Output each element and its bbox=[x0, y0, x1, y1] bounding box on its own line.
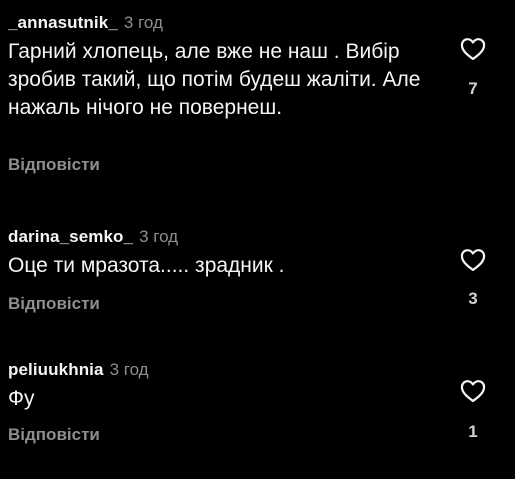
comment-timestamp: 3 год bbox=[123, 13, 163, 32]
reply-button[interactable]: Відповісти bbox=[8, 425, 100, 445]
like-count: 7 bbox=[468, 79, 478, 98]
comment-text: Оце ти мразота..... зрадник . bbox=[8, 254, 285, 277]
like-count: 1 bbox=[468, 422, 478, 441]
heart-outline-icon[interactable] bbox=[458, 377, 488, 405]
comment-text: Фу bbox=[8, 387, 35, 410]
comment-username[interactable]: _annasutnik_ bbox=[8, 13, 118, 33]
reply-button[interactable]: Відповісти bbox=[8, 294, 100, 314]
comment-text: Гарний хлопець, але вже не наш . Вибір з… bbox=[8, 40, 421, 119]
comment-timestamp: 3 год bbox=[109, 360, 149, 379]
heart-outline-icon[interactable] bbox=[458, 35, 488, 63]
reply-button[interactable]: Відповісти bbox=[8, 155, 100, 175]
comment-meta: _annasutnik_ 3 год bbox=[8, 8, 163, 38]
comment-meta: darina_semko_ 3 год bbox=[8, 222, 178, 252]
heart-outline-icon[interactable] bbox=[458, 246, 488, 274]
comment-timestamp: 3 год bbox=[139, 227, 179, 246]
like-count: 3 bbox=[468, 289, 478, 308]
comment-list: _annasutnik_ 3 год Гарний хлопець, але в… bbox=[0, 0, 515, 479]
comment-username[interactable]: peliuukhnia bbox=[8, 360, 104, 380]
comment-username[interactable]: darina_semko_ bbox=[8, 227, 133, 247]
comment-meta: peliuukhnia 3 год bbox=[8, 355, 149, 385]
